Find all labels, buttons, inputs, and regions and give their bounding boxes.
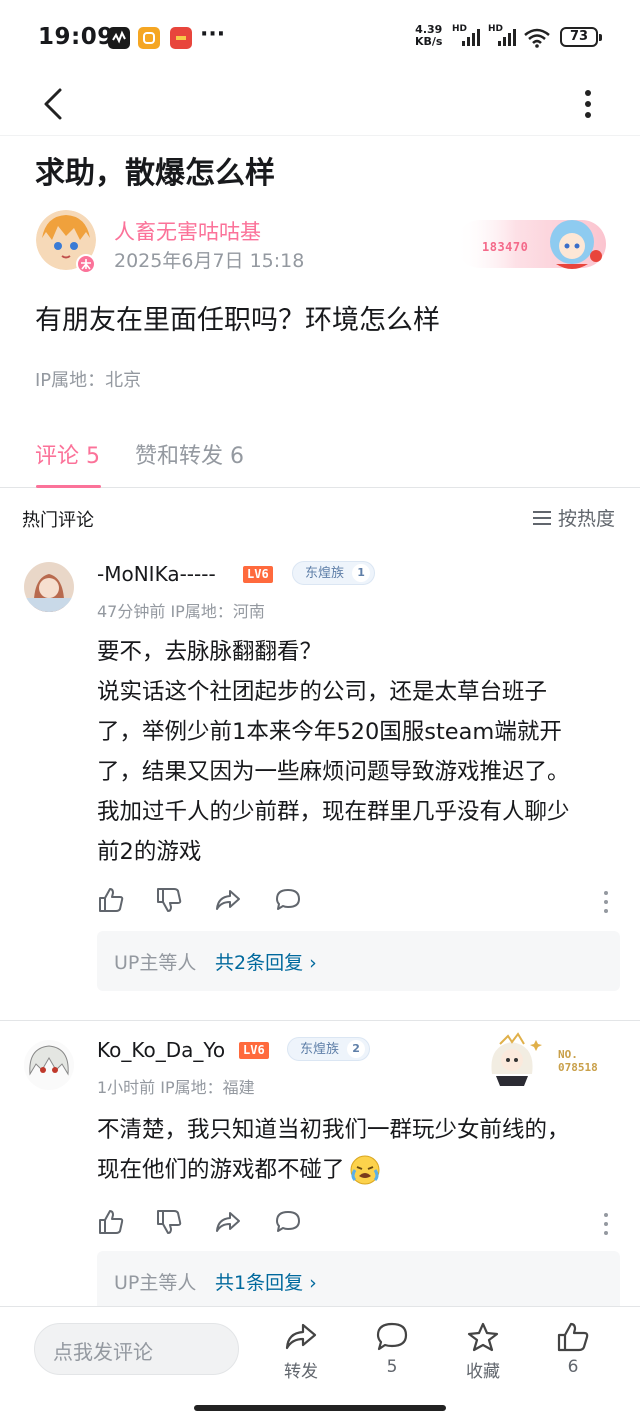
comment-line-with-emoji: 现在他们的游戏都不碰了: [97, 1150, 617, 1190]
app-icon-orange: [138, 27, 160, 49]
fan-medal-level: 2: [347, 1040, 366, 1058]
star-icon: [467, 1322, 499, 1352]
fan-medal-level: 1: [352, 564, 371, 582]
comment-line: 了，结果又因为一些麻烦问题导致游戏推迟了。: [97, 759, 570, 785]
fan-card-decoration[interactable]: NO. 078518: [478, 1030, 618, 1086]
favorite-button[interactable]: 收藏: [448, 1321, 518, 1382]
comment-count-button[interactable]: 5: [357, 1321, 427, 1377]
signal-icon-2: [498, 29, 516, 46]
battery-indicator: 73: [560, 27, 602, 47]
comments-header: 热门评论 按热度: [0, 496, 640, 540]
thumbs-up-icon: [557, 1322, 589, 1352]
app-icon-red-packet: [170, 27, 192, 49]
like-button[interactable]: 6: [538, 1321, 608, 1377]
commenter-name[interactable]: Ko_Ko_Da_Yo: [97, 1038, 225, 1062]
comment-actions: [97, 886, 617, 920]
tab-comments[interactable]: 评论 5: [35, 438, 100, 470]
tab-likes-reposts[interactable]: 赞和转发 6: [135, 438, 244, 470]
comment-bubble-icon: [376, 1322, 408, 1351]
network-speed: 4.39 KB/s: [415, 24, 442, 48]
level-badge: LV6: [243, 566, 273, 583]
repost-label: 转发: [284, 1362, 318, 1382]
comment-line: 说实话这个社团起步的公司，还是太草台班子: [97, 679, 548, 705]
comment-line: 不清楚，我只知道当初我们一群玩少女前线的，: [97, 1117, 570, 1143]
status-more-notifications: ···: [200, 22, 226, 47]
author-name[interactable]: 人畜无害咕咕基: [114, 216, 261, 246]
reply-up-label: UP主等人: [114, 1272, 197, 1294]
share-icon[interactable]: [214, 886, 242, 914]
signal-icon-1: [462, 29, 480, 46]
hot-comments-title: 热门评论: [22, 510, 94, 531]
comment-input-placeholder: 点我发评论: [53, 1340, 153, 1364]
reply-icon[interactable]: [274, 886, 302, 914]
comment-item: -MoNIKa----- LV6 东煌族 1 47分钟前 IP属地：河南 要不，…: [0, 552, 640, 1022]
commenter-name[interactable]: -MoNIKa-----: [97, 562, 216, 586]
comment-line: 现在他们的游戏都不碰了: [97, 1157, 345, 1183]
comment-text: 要不，去脉脉翻翻看？ 说实话这个社团起步的公司，还是太草台班子 了，举例少前1本…: [97, 632, 617, 872]
network-speed-unit: KB/s: [415, 35, 443, 48]
sort-label: 按热度: [558, 508, 616, 530]
reply-up-label: UP主等人: [114, 952, 197, 974]
reply-preview-box[interactable]: UP主等人 共1条回复 ›: [97, 1251, 620, 1311]
post-body: 有朋友在里面任职吗？环境怎么样: [35, 305, 440, 336]
thumbs-up-icon[interactable]: [97, 886, 125, 914]
like-count-label: 6: [567, 1357, 579, 1377]
share-icon[interactable]: [214, 1208, 242, 1236]
repost-icon: [285, 1323, 317, 1350]
active-tab-indicator: [36, 485, 101, 488]
reply-preview-box[interactable]: UP主等人 共2条回复 ›: [97, 931, 620, 991]
comment-more-icon[interactable]: [596, 888, 616, 916]
fan-card-no-label: NO.: [558, 1048, 578, 1061]
comment-meta: 47分钟前 IP属地：河南: [97, 602, 265, 621]
status-bar: 19:09 ··· 4.39 KB/s HD HD 73: [0, 0, 640, 72]
post-date: 2025年6月7日 15:18: [114, 250, 305, 272]
home-indicator[interactable]: [194, 1405, 446, 1411]
comment-line: 了，举例少前1本来今年520国服steam端就开: [97, 719, 562, 745]
comment-meta: 1小时前 IP属地：福建: [97, 1078, 255, 1097]
fan-medal-name: 东煌族: [300, 1042, 340, 1057]
fan-medal-name: 东煌族: [305, 566, 345, 581]
comment-more-icon[interactable]: [596, 1210, 616, 1238]
sort-by-hot-button[interactable]: 按热度: [532, 504, 615, 531]
reply-icon[interactable]: [274, 1208, 302, 1236]
post-title: 求助，散爆怎么样: [35, 156, 275, 191]
reply-count-link[interactable]: 共1条回复 ›: [215, 1268, 317, 1295]
commenter-avatar[interactable]: [24, 1040, 74, 1090]
thumbs-down-icon[interactable]: [155, 1208, 183, 1236]
wifi-icon: [524, 28, 550, 48]
author-row: 人畜无害咕咕基 2025年6月7日 15:18 183470: [0, 208, 640, 280]
post-ip-location: IP属地：北京: [35, 370, 142, 391]
fan-card-decoration[interactable]: 183470: [456, 212, 606, 276]
crying-emoji-icon: [350, 1155, 380, 1185]
fan-medal[interactable]: 东煌族 2: [287, 1037, 371, 1061]
fan-medal[interactable]: 东煌族 1: [292, 561, 376, 585]
sort-lines-icon: [533, 510, 551, 525]
fan-card-number: 078518: [558, 1061, 598, 1074]
comment-tabs: 评论 5 赞和转发 6: [0, 420, 640, 488]
comment-item: Ko_Ko_Da_Yo LV6 东煌族 2 NO. 078518 1小时前 IP…: [0, 1030, 640, 1311]
back-arrow-icon[interactable]: [36, 82, 72, 126]
comment-line: 要不，去脉脉翻翻看？: [97, 639, 323, 665]
comment-line: 我加过千人的少前群，现在群里几乎没有人聊少: [97, 799, 570, 825]
more-vertical-icon[interactable]: [572, 82, 604, 126]
fan-card-number: 183470: [482, 240, 529, 254]
favorite-label: 收藏: [466, 1362, 500, 1382]
comment-text: 不清楚，我只知道当初我们一群玩少女前线的， 现在他们的游戏都不碰了: [97, 1110, 617, 1190]
level-badge: LV6: [239, 1042, 269, 1059]
nav-bar: [0, 72, 640, 136]
status-time: 19:09: [38, 24, 114, 50]
comment-divider: [0, 1020, 640, 1021]
comment-input[interactable]: 点我发评论: [34, 1323, 239, 1375]
comment-line: 前2的游戏: [97, 839, 202, 865]
vip-badge-icon: [76, 254, 96, 274]
thumbs-down-icon[interactable]: [155, 886, 183, 914]
comment-count-label: 5: [386, 1357, 398, 1377]
thumbs-up-icon[interactable]: [97, 1208, 125, 1236]
comment-actions: [97, 1208, 617, 1242]
commenter-avatar[interactable]: [24, 562, 74, 612]
repost-button[interactable]: 转发: [266, 1321, 336, 1382]
app-icon-music: [108, 27, 130, 49]
reply-count-link[interactable]: 共2条回复 ›: [215, 948, 317, 975]
